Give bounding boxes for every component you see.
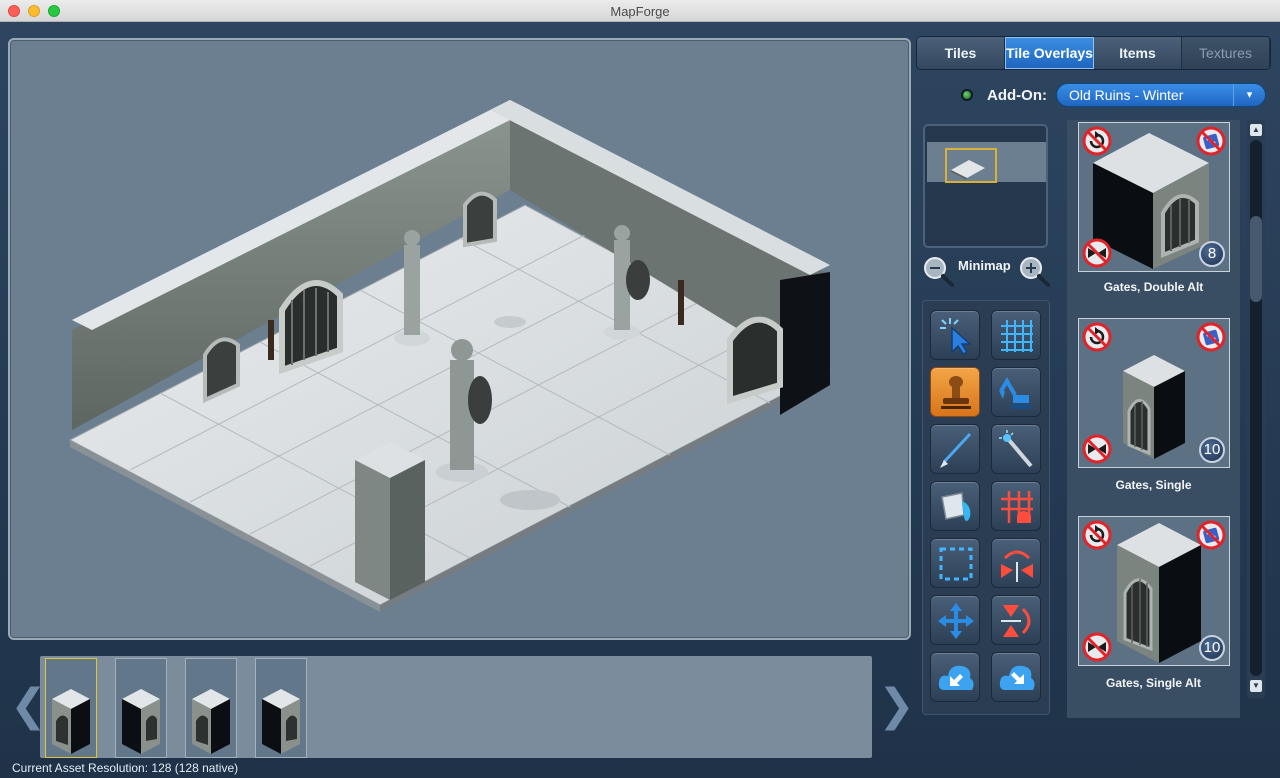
brush-tool[interactable] — [930, 424, 980, 474]
paint-bucket-icon — [941, 492, 971, 521]
gate-thumb-image — [262, 689, 300, 754]
tool-palette — [922, 300, 1050, 715]
select-tool[interactable] — [930, 310, 980, 360]
randomize-dice-icon[interactable] — [1196, 322, 1226, 352]
cloud-export-tool[interactable] — [991, 652, 1041, 702]
right-wall-shadow — [780, 272, 830, 415]
asset-category-tabs: Tiles Tile Overlays Items Textures — [916, 36, 1271, 70]
marquee-icon — [939, 547, 973, 581]
magic-wand-icon — [999, 430, 1033, 468]
tab-tile-overlays[interactable]: Tile Overlays — [1005, 37, 1094, 69]
magic-wand-tool[interactable] — [991, 424, 1041, 474]
variant-count-badge: 8 — [1199, 241, 1225, 267]
title-bar: MapForge — [0, 0, 1280, 22]
minimap-viewport-frame[interactable] — [945, 148, 997, 183]
mirror-icon[interactable] — [1082, 434, 1112, 464]
asset-name-gates-single-alt: Gates, Single Alt — [1106, 676, 1201, 690]
flip-horizontal-tool[interactable] — [991, 538, 1041, 588]
move-tool[interactable] — [930, 595, 980, 645]
excavator-tool[interactable] — [991, 367, 1041, 417]
paint-bucket-tool[interactable] — [930, 481, 980, 531]
gate-thumb-image — [192, 689, 230, 754]
mirror-icon[interactable] — [1082, 238, 1112, 268]
flip-vertical-icon — [1001, 605, 1031, 637]
torch-left — [268, 320, 274, 360]
addon-selected-value: Old Ruins - Winter — [1069, 87, 1184, 103]
asset-list[interactable]: 8 Gates, Double Alt 10 Gates, Single 10 … — [1067, 120, 1240, 718]
variant-thumb-1[interactable] — [45, 658, 97, 758]
asset-card-gates-single[interactable]: 10 — [1078, 318, 1230, 468]
grid-icon — [1001, 320, 1033, 352]
filmstrip-next-button[interactable]: ❯ — [878, 684, 915, 728]
asset-card-gates-single-alt[interactable]: 10 — [1078, 516, 1230, 666]
select-cursor-icon — [940, 318, 972, 355]
rotate-icon[interactable] — [1082, 520, 1112, 550]
randomize-dice-icon[interactable] — [1196, 126, 1226, 156]
variant-thumb-3[interactable] — [185, 658, 237, 758]
gate-thumb-image — [52, 689, 90, 754]
marquee-tool[interactable] — [930, 538, 980, 588]
broken-pillar — [355, 442, 425, 600]
stamp-icon — [941, 376, 971, 409]
addon-dropdown[interactable]: Old Ruins - Winter ▾ — [1056, 83, 1266, 107]
grid-erase-icon — [1001, 491, 1033, 523]
rubble-center — [500, 490, 560, 510]
variant-thumb-2[interactable] — [115, 658, 167, 758]
rotate-icon[interactable] — [1082, 126, 1112, 156]
window-title: MapForge — [610, 4, 670, 19]
cloud-import-icon — [938, 665, 974, 690]
addon-status-indicator — [961, 89, 973, 101]
minimap-panel[interactable] — [923, 124, 1048, 248]
arch-gate-right — [727, 316, 783, 405]
asset-name-gates-single: Gates, Single — [1115, 478, 1192, 492]
grid-erase-tool[interactable] — [991, 481, 1041, 531]
tab-tiles[interactable]: Tiles — [917, 37, 1005, 69]
flip-vertical-tool[interactable] — [991, 595, 1041, 645]
excavator-icon — [999, 377, 1031, 409]
variant-filmstrip — [40, 656, 872, 758]
variant-count-badge: 10 — [1199, 635, 1225, 661]
rotate-icon[interactable] — [1082, 322, 1112, 352]
scroll-up-arrow-icon[interactable]: ▲ — [1250, 124, 1262, 136]
move-arrows-icon — [938, 603, 974, 639]
arch-niche-center — [463, 191, 497, 248]
flip-horizontal-icon — [1001, 550, 1033, 582]
asset-resolution-status: Current Asset Resolution: 128 (128 nativ… — [12, 761, 239, 775]
zoom-in-icon[interactable] — [1018, 255, 1050, 287]
scroll-thumb[interactable] — [1250, 216, 1262, 302]
addon-label: Add-On: — [987, 87, 1047, 104]
rubble-back — [494, 316, 526, 328]
tab-items[interactable]: Items — [1094, 37, 1182, 69]
randomize-dice-icon[interactable] — [1196, 520, 1226, 550]
chevron-down-icon[interactable]: ▾ — [1233, 84, 1265, 106]
asset-name-gates-double-alt: Gates, Double Alt — [1103, 280, 1204, 294]
map-render — [68, 100, 832, 612]
zoom-out-icon[interactable] — [922, 255, 954, 287]
cloud-export-icon — [999, 665, 1035, 690]
variant-count-badge: 10 — [1199, 437, 1225, 463]
tab-textures: Textures — [1182, 37, 1270, 69]
cloud-import-tool[interactable] — [930, 652, 980, 702]
mirror-icon[interactable] — [1082, 632, 1112, 662]
stamp-tool[interactable] — [930, 367, 980, 417]
minimap-label: Minimap — [958, 258, 1011, 273]
variant-thumb-4[interactable] — [255, 658, 307, 758]
asset-card-gates-double-alt[interactable]: 8 — [1078, 122, 1230, 272]
scroll-down-arrow-icon[interactable]: ▼ — [1250, 680, 1262, 692]
gate-thumb-image — [122, 689, 160, 754]
map-canvas[interactable] — [8, 38, 911, 640]
brush-icon — [940, 432, 972, 468]
torch-right — [678, 280, 684, 325]
grid-tool[interactable] — [991, 310, 1041, 360]
